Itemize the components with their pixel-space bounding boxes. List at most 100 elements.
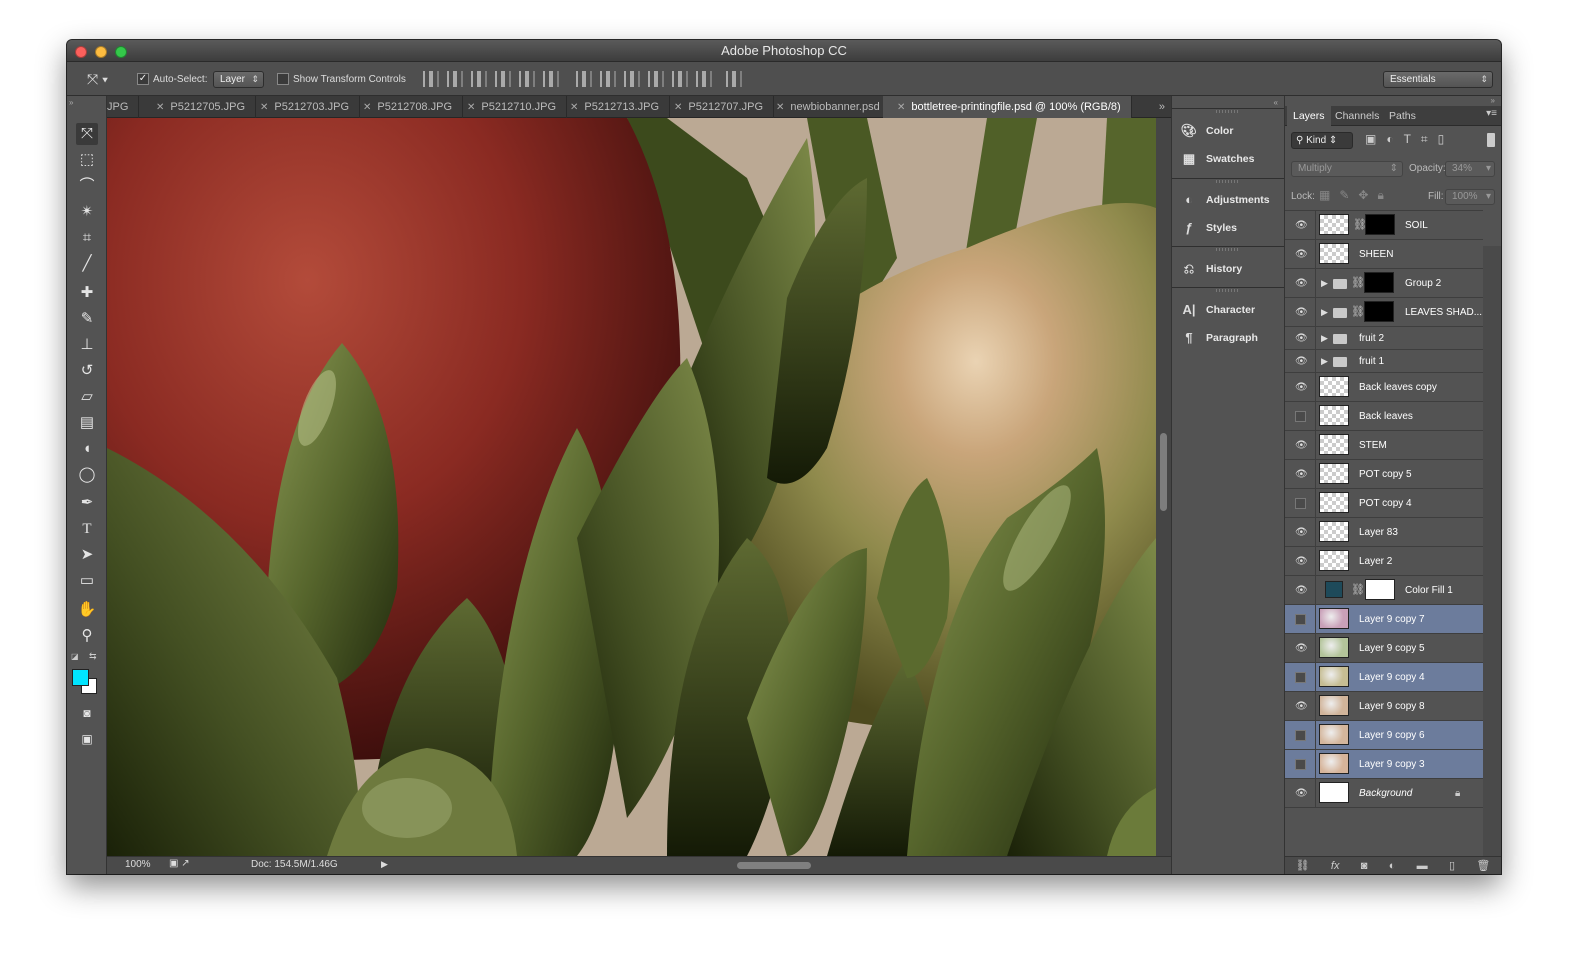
layer-row[interactable]: Layer 9 copy 3 <box>1285 750 1483 779</box>
healing-brush-tool-icon[interactable]: ✚ <box>76 282 98 304</box>
stamp-tool-icon[interactable]: ⊥ <box>76 334 98 356</box>
visibility-eye-icon[interactable]: 👁︎ <box>1295 527 1308 539</box>
layer-thumbnail[interactable] <box>1319 243 1349 264</box>
layer-row[interactable]: 👁︎ SHEEN <box>1285 240 1483 269</box>
visibility-eye-icon[interactable]: 👁︎ <box>1295 701 1308 713</box>
layer-name[interactable]: Layer 2 <box>1359 547 1392 576</box>
visibility-eye-icon[interactable]: 👁︎ <box>1295 469 1308 481</box>
layer-thumbnail[interactable] <box>1319 608 1349 629</box>
layer-thumbnail[interactable] <box>1319 724 1349 745</box>
layer-name[interactable]: Group 2 <box>1405 269 1441 298</box>
panel-swatches[interactable]: ▦ Swatches <box>1180 147 1255 171</box>
layer-thumbnail[interactable] <box>1319 214 1349 235</box>
layer-name[interactable]: Layer 9 copy 5 <box>1359 634 1425 663</box>
layer-row[interactable]: 👁︎ ▶ ⛓︎ LEAVES SHAD... <box>1285 298 1483 327</box>
layer-name[interactable]: Layer 9 copy 4 <box>1359 663 1425 692</box>
filter-type-icons[interactable]: ▣◐T⌗▯ <box>1365 132 1454 147</box>
gradient-tool-icon[interactable]: ▤ <box>76 412 98 434</box>
expand-group-icon[interactable]: ▶ <box>1321 350 1328 373</box>
link-icon[interactable]: ⛓︎ <box>1351 298 1365 326</box>
layer-row[interactable]: 👁︎ ⛓︎ Color Fill 1 <box>1285 576 1483 605</box>
distribute-buttons[interactable] <box>572 62 746 96</box>
panel-character[interactable]: A| Character <box>1180 298 1255 322</box>
auto-select-checkbox[interactable]: ✓ Auto-Select: <box>137 62 207 96</box>
layer-thumbnail[interactable] <box>1319 521 1349 542</box>
layer-row[interactable]: 👁︎ ⛓︎ SOIL <box>1285 211 1483 240</box>
layer-thumbnail[interactable] <box>1319 782 1349 803</box>
tab-layers[interactable]: Layers <box>1287 106 1331 126</box>
tab-channels[interactable]: Channels <box>1329 106 1385 126</box>
dodge-tool-icon[interactable]: ◯ <box>76 464 98 486</box>
close-tab-icon[interactable]: ✕ <box>260 102 268 113</box>
fill-color-thumbnail[interactable] <box>1325 581 1343 598</box>
layer-thumbnail[interactable] <box>1319 550 1349 571</box>
close-tab-icon[interactable]: ✕ <box>156 102 164 113</box>
layer-name[interactable]: Color Fill 1 <box>1405 576 1453 605</box>
type-tool-icon[interactable]: T <box>76 518 98 540</box>
layer-row[interactable]: 👁︎ ▶ ⛓︎ Group 2 <box>1285 269 1483 298</box>
document-tab[interactable]: ✕ P5212713.JPG <box>556 96 671 118</box>
layer-thumbnail[interactable] <box>1319 492 1349 513</box>
brush-tool-icon[interactable]: ✎ <box>76 308 98 330</box>
blend-mode-dropdown[interactable]: Multiply ⇕ <box>1291 161 1403 177</box>
layer-row[interactable]: Back leaves <box>1285 402 1483 431</box>
layer-thumbnail[interactable] <box>1319 666 1349 687</box>
panel-paragraph[interactable]: ¶ Paragraph <box>1180 326 1258 350</box>
workspace-dropdown[interactable]: Essentials <box>1383 70 1493 88</box>
visibility-eye-icon[interactable]: 👁︎ <box>1295 220 1308 232</box>
expand-group-icon[interactable]: ▶ <box>1321 327 1328 350</box>
layer-row[interactable]: 👁︎ ▶ fruit 1 <box>1285 350 1483 373</box>
layer-mask-thumbnail[interactable] <box>1364 301 1394 322</box>
visibility-eye-icon[interactable]: 👁︎ <box>1295 249 1308 261</box>
delete-layer-icon[interactable]: 🗑︎ <box>1476 859 1490 872</box>
visibility-eye-icon[interactable]: 👁︎ <box>1295 307 1308 319</box>
layer-thumbnail[interactable] <box>1319 753 1349 774</box>
marquee-tool-icon[interactable]: ⬚ <box>76 149 98 171</box>
layer-name[interactable]: fruit 1 <box>1359 350 1384 373</box>
layer-name[interactable]: Layer 9 copy 7 <box>1359 605 1425 634</box>
new-layer-icon[interactable]: ▯ <box>1449 859 1455 872</box>
layer-name[interactable]: Layer 83 <box>1359 518 1398 547</box>
filter-kind-dropdown[interactable]: ⚲ Kind ⇕ <box>1291 132 1353 149</box>
tab-paths[interactable]: Paths <box>1383 106 1422 126</box>
layer-name[interactable]: Back leaves copy <box>1359 373 1437 402</box>
history-brush-tool-icon[interactable]: ↺ <box>76 360 98 382</box>
close-tab-icon[interactable]: ✕ <box>776 102 784 113</box>
visibility-toggle[interactable] <box>1295 497 1306 509</box>
layer-mask-thumbnail[interactable] <box>1365 214 1395 235</box>
visibility-eye-icon[interactable]: 👁︎ <box>1295 356 1308 368</box>
layer-mask-thumbnail[interactable] <box>1364 272 1394 293</box>
layer-thumbnail[interactable] <box>1319 376 1349 397</box>
layer-name[interactable]: LEAVES SHAD... <box>1405 298 1482 327</box>
document-tab[interactable]: JPG <box>107 96 140 118</box>
lock-icons[interactable]: ▦✎✥🔒︎ <box>1319 188 1393 203</box>
layer-name[interactable]: SHEEN <box>1359 240 1393 269</box>
link-layers-icon[interactable]: ⛓︎ <box>1296 859 1310 872</box>
hand-tool-icon[interactable]: ✋ <box>76 599 98 621</box>
eraser-tool-icon[interactable]: ▱ <box>76 386 98 408</box>
document-tab[interactable]: ✕ P5212708.JPG <box>349 96 464 118</box>
document-canvas[interactable] <box>107 118 1156 856</box>
layer-row[interactable]: Layer 9 copy 6 <box>1285 721 1483 750</box>
layer-row[interactable]: 👁︎ Layer 83 <box>1285 518 1483 547</box>
filter-toggle[interactable] <box>1487 133 1495 147</box>
auto-select-dropdown[interactable]: Layer <box>213 70 265 88</box>
status-menu-arrow-icon[interactable]: ▶ <box>381 859 388 870</box>
layer-name[interactable]: Back leaves <box>1359 402 1413 431</box>
foreground-color-swatch[interactable] <box>72 669 89 686</box>
visibility-eye-icon[interactable]: 👁︎ <box>1295 585 1308 597</box>
zoom-button[interactable] <box>115 46 127 58</box>
visibility-toggle[interactable] <box>1295 671 1306 683</box>
layer-mask-thumbnail[interactable] <box>1365 579 1395 600</box>
layer-row[interactable]: 👁︎ POT copy 5 <box>1285 460 1483 489</box>
link-icon[interactable]: ⛓︎ <box>1351 576 1365 604</box>
layer-row[interactable]: 👁︎ Layer 2 <box>1285 547 1483 576</box>
opacity-field[interactable]: 34% ▾ <box>1445 161 1495 177</box>
new-group-icon[interactable]: ▬ <box>1417 860 1428 872</box>
visibility-toggle[interactable] <box>1295 729 1306 741</box>
move-tool-preset-icon[interactable]: ⤧ ▾ <box>87 62 108 96</box>
pen-tool-icon[interactable]: ✒ <box>76 492 98 514</box>
toolbox-collapse-icon[interactable]: » <box>69 98 73 107</box>
close-tab-icon[interactable]: ✕ <box>897 102 905 113</box>
visibility-eye-icon[interactable]: 👁︎ <box>1295 643 1308 655</box>
